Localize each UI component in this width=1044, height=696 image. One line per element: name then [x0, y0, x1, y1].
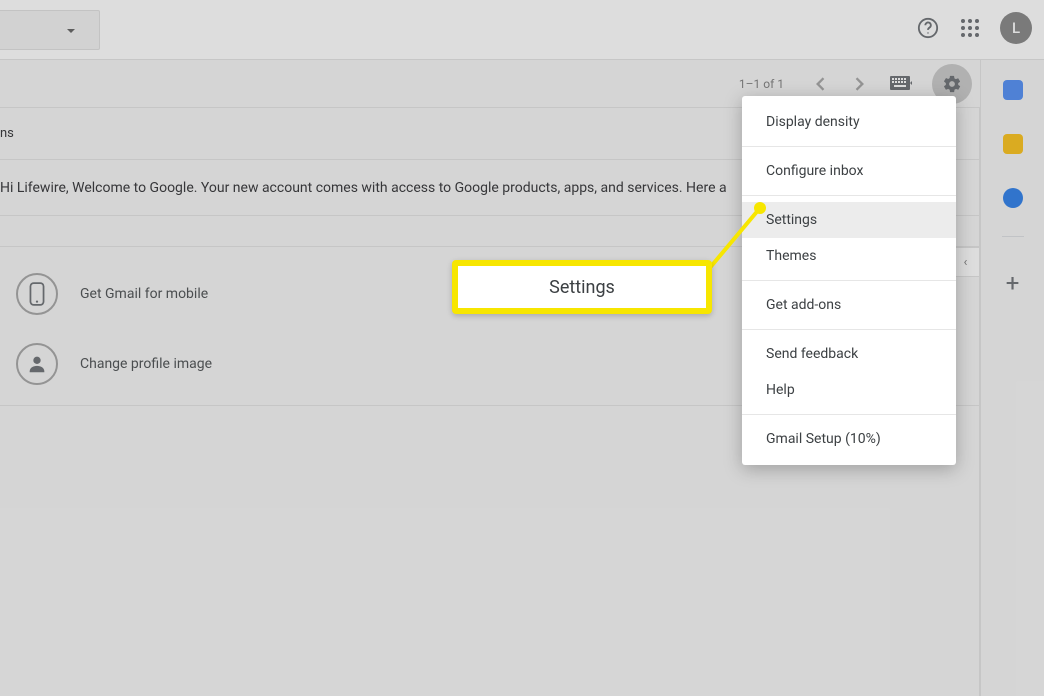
menu-divider: [742, 146, 956, 147]
collapse-panel-button[interactable]: ‹: [952, 247, 980, 277]
help-icon[interactable]: [916, 16, 940, 40]
chevron-left-icon: ‹: [964, 255, 968, 270]
card-change-profile-label: Change profile image: [80, 356, 212, 372]
card-get-mobile-label: Get Gmail for mobile: [80, 286, 208, 302]
email-snippet: Hi Lifewire, Welcome to Google. Your new…: [0, 180, 727, 196]
input-tools-button[interactable]: [882, 72, 922, 96]
menu-get-addons[interactable]: Get add-ons: [742, 287, 956, 323]
person-icon: [16, 343, 58, 385]
menu-gmail-setup[interactable]: Gmail Setup (10%): [742, 421, 956, 457]
chevron-down-icon: [67, 29, 75, 33]
menu-divider: [742, 414, 956, 415]
side-divider: [1002, 236, 1024, 237]
menu-help[interactable]: Help: [742, 372, 956, 408]
top-bar: L: [0, 0, 1044, 60]
menu-divider: [742, 329, 956, 330]
menu-settings[interactable]: Settings: [742, 202, 956, 238]
menu-divider: [742, 280, 956, 281]
mobile-icon: [16, 273, 58, 315]
account-avatar[interactable]: L: [1000, 12, 1032, 44]
menu-configure-inbox[interactable]: Configure inbox: [742, 153, 956, 189]
menu-display-density[interactable]: Display density: [742, 104, 956, 140]
settings-menu: Display density Configure inbox Settings…: [742, 96, 956, 465]
add-addon-button[interactable]: +: [1006, 271, 1020, 295]
keep-app-icon[interactable]: [1003, 134, 1023, 154]
annotation-callout-label: Settings: [549, 277, 615, 298]
side-panel: +: [980, 60, 1044, 696]
apps-grid-icon[interactable]: [958, 16, 982, 40]
annotation-callout: Settings: [452, 260, 712, 314]
page-count: 1–1 of 1: [739, 77, 784, 91]
menu-send-feedback[interactable]: Send feedback: [742, 336, 956, 372]
select-dropdown[interactable]: [0, 10, 100, 50]
menu-themes[interactable]: Themes: [742, 238, 956, 274]
calendar-app-icon[interactable]: [1003, 80, 1023, 100]
section-header-text: ns: [0, 126, 14, 141]
top-right-icons: L: [916, 12, 1032, 44]
tasks-app-icon[interactable]: [1003, 188, 1023, 208]
menu-divider: [742, 195, 956, 196]
